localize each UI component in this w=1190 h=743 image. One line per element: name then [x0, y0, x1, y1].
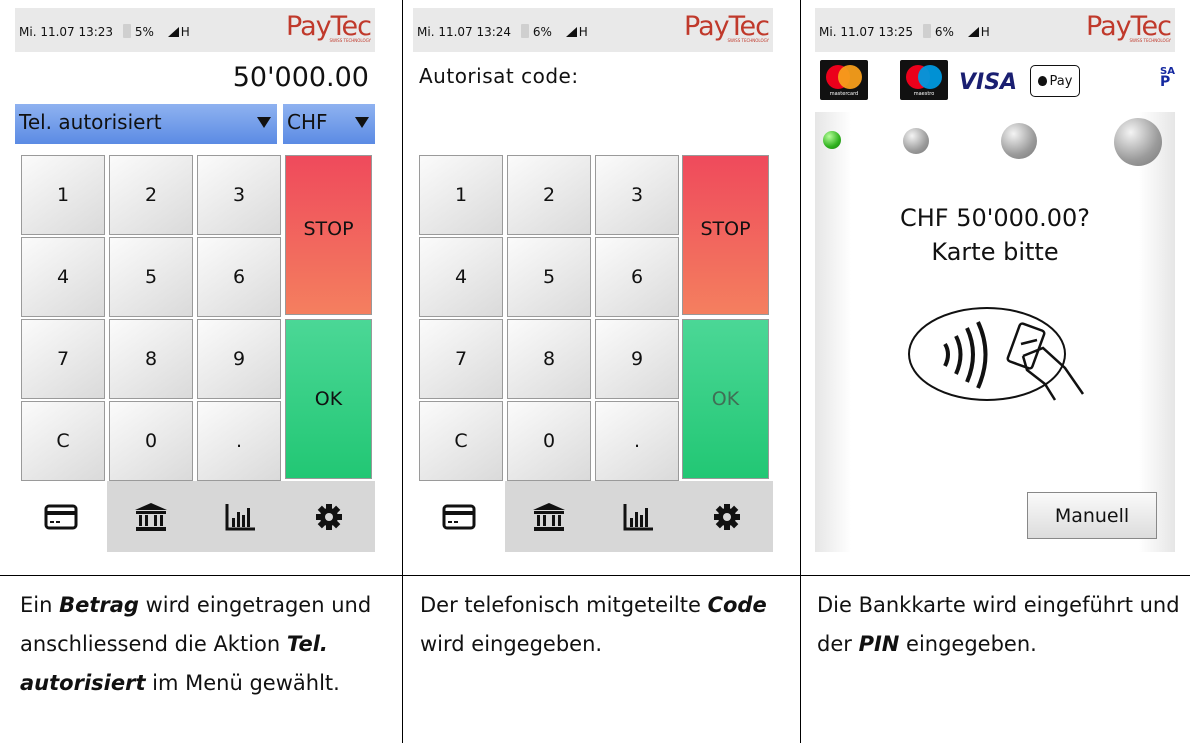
status-datetime: Mi. 11.07 13:23	[19, 25, 114, 39]
action-dropdown-value: Tel. autorisiert	[19, 110, 162, 134]
terminal-screen-amount: Mi. 11.07 13:23 5% H PayTec SWISS TECHNO…	[15, 8, 375, 552]
key-9[interactable]: 9	[595, 319, 679, 399]
battery-icon	[122, 24, 131, 38]
code-prompt: Autorisat code:	[419, 64, 579, 88]
key-3[interactable]: 3	[595, 155, 679, 235]
battery-level: 6%	[532, 25, 552, 39]
status-bar: Mi. 11.07 13:23 5% H PayTec SWISS TECHNO…	[15, 8, 375, 52]
action-dropdown[interactable]: Tel. autorisiert	[15, 104, 277, 144]
status-bar: Mi. 11.07 13:24 6% H PayTec SWISS TECHNO…	[413, 8, 773, 52]
key-0[interactable]: 0	[109, 401, 193, 481]
key-4[interactable]: 4	[21, 237, 105, 317]
key-2[interactable]: 2	[507, 155, 591, 235]
key-6[interactable]: 6	[197, 237, 281, 317]
battery-level: 5%	[134, 25, 154, 39]
stop-button[interactable]: STOP	[285, 155, 372, 315]
status-led-1	[823, 131, 841, 149]
bank-icon[interactable]	[131, 499, 171, 535]
dropdown-arrow-icon	[355, 117, 369, 128]
gear-icon[interactable]	[309, 499, 349, 535]
key-7[interactable]: 7	[419, 319, 503, 399]
currency-dropdown-value: CHF	[287, 110, 328, 134]
signal-icon	[967, 27, 979, 37]
key-7[interactable]: 7	[21, 319, 105, 399]
bottom-nav	[413, 481, 773, 552]
card-icon[interactable]	[41, 499, 81, 535]
key-5[interactable]: 5	[507, 237, 591, 317]
ok-button[interactable]: OK	[682, 319, 769, 479]
key-0[interactable]: 0	[507, 401, 591, 481]
key-4[interactable]: 4	[419, 237, 503, 317]
battery-icon	[922, 24, 931, 38]
bank-icon[interactable]	[529, 499, 569, 535]
status-datetime: Mi. 11.07 13:24	[417, 25, 512, 39]
caption-divider	[0, 575, 1190, 576]
apple-icon	[1037, 76, 1047, 86]
chart-icon[interactable]	[221, 499, 261, 535]
battery-level: 6%	[934, 25, 954, 39]
key-2[interactable]: 2	[109, 155, 193, 235]
decimal-key[interactable]: .	[595, 401, 679, 481]
status-datetime: Mi. 11.07 13:25	[819, 25, 914, 39]
network-type: H	[180, 25, 190, 39]
bottom-nav	[15, 481, 375, 552]
paytec-logo: PayTec SWISS TECHNOLOGY	[1086, 11, 1172, 43]
paytec-logo: PayTec SWISS TECHNOLOGY	[684, 11, 770, 43]
paytec-logo: PayTec SWISS TECHNOLOGY	[286, 11, 372, 43]
key-1[interactable]: 1	[419, 155, 503, 235]
card-prompt: Karte bitte	[931, 238, 1059, 266]
clear-key[interactable]: C	[21, 401, 105, 481]
key-6[interactable]: 6	[595, 237, 679, 317]
gear-icon[interactable]	[707, 499, 747, 535]
apple-pay-logo: Pay	[1030, 65, 1080, 97]
samsung-pay-logo: SAM P	[1160, 66, 1175, 90]
maestro-logo: maestro	[900, 60, 948, 100]
chart-icon[interactable]	[619, 499, 659, 535]
amount-display: 50'000.00	[232, 62, 369, 93]
caption-step-3: Die Bankkarte wird eingeführt und der PI…	[817, 593, 1180, 656]
key-8[interactable]: 8	[109, 319, 193, 399]
visa-logo: VISA	[959, 70, 1018, 95]
caption-step-1: Ein Betrag wird eingetragen und anschlie…	[20, 593, 372, 695]
key-1[interactable]: 1	[21, 155, 105, 235]
terminal-screen-card: Mi. 11.07 13:25 6% H PayTec SWISS TECHNO…	[815, 8, 1175, 552]
ok-button[interactable]: OK	[285, 319, 372, 479]
contactless-icon	[905, 304, 1095, 404]
caption-step-2: Der telefonisch mitgeteilte Code wird ei…	[420, 593, 767, 656]
terminal-screen-code: Mi. 11.07 13:24 6% H PayTec SWISS TECHNO…	[413, 8, 773, 552]
manual-entry-button[interactable]: Manuell	[1027, 492, 1157, 539]
card-icon[interactable]	[439, 499, 479, 535]
dropdown-arrow-icon	[257, 117, 271, 128]
key-8[interactable]: 8	[507, 319, 591, 399]
mastercard-logo: mastercard	[820, 60, 868, 100]
signal-icon	[565, 27, 577, 37]
network-type: H	[578, 25, 588, 39]
accepted-cards: mastercard maestro VISA Pay SAM P	[815, 52, 1175, 112]
currency-dropdown[interactable]: CHF	[283, 104, 375, 144]
battery-icon	[520, 24, 529, 38]
decimal-key[interactable]: .	[197, 401, 281, 481]
key-9[interactable]: 9	[197, 319, 281, 399]
panel-divider	[800, 0, 801, 743]
status-led-4	[1114, 118, 1162, 166]
network-type: H	[980, 25, 990, 39]
signal-icon	[167, 27, 179, 37]
amount-prompt: CHF 50'000.00?	[899, 204, 1091, 232]
status-bar: Mi. 11.07 13:25 6% H PayTec SWISS TECHNO…	[815, 8, 1175, 52]
key-5[interactable]: 5	[109, 237, 193, 317]
status-led-3	[1001, 123, 1037, 159]
stop-button[interactable]: STOP	[682, 155, 769, 315]
key-3[interactable]: 3	[197, 155, 281, 235]
clear-key[interactable]: C	[419, 401, 503, 481]
status-led-2	[903, 128, 929, 154]
panel-divider	[402, 0, 403, 743]
